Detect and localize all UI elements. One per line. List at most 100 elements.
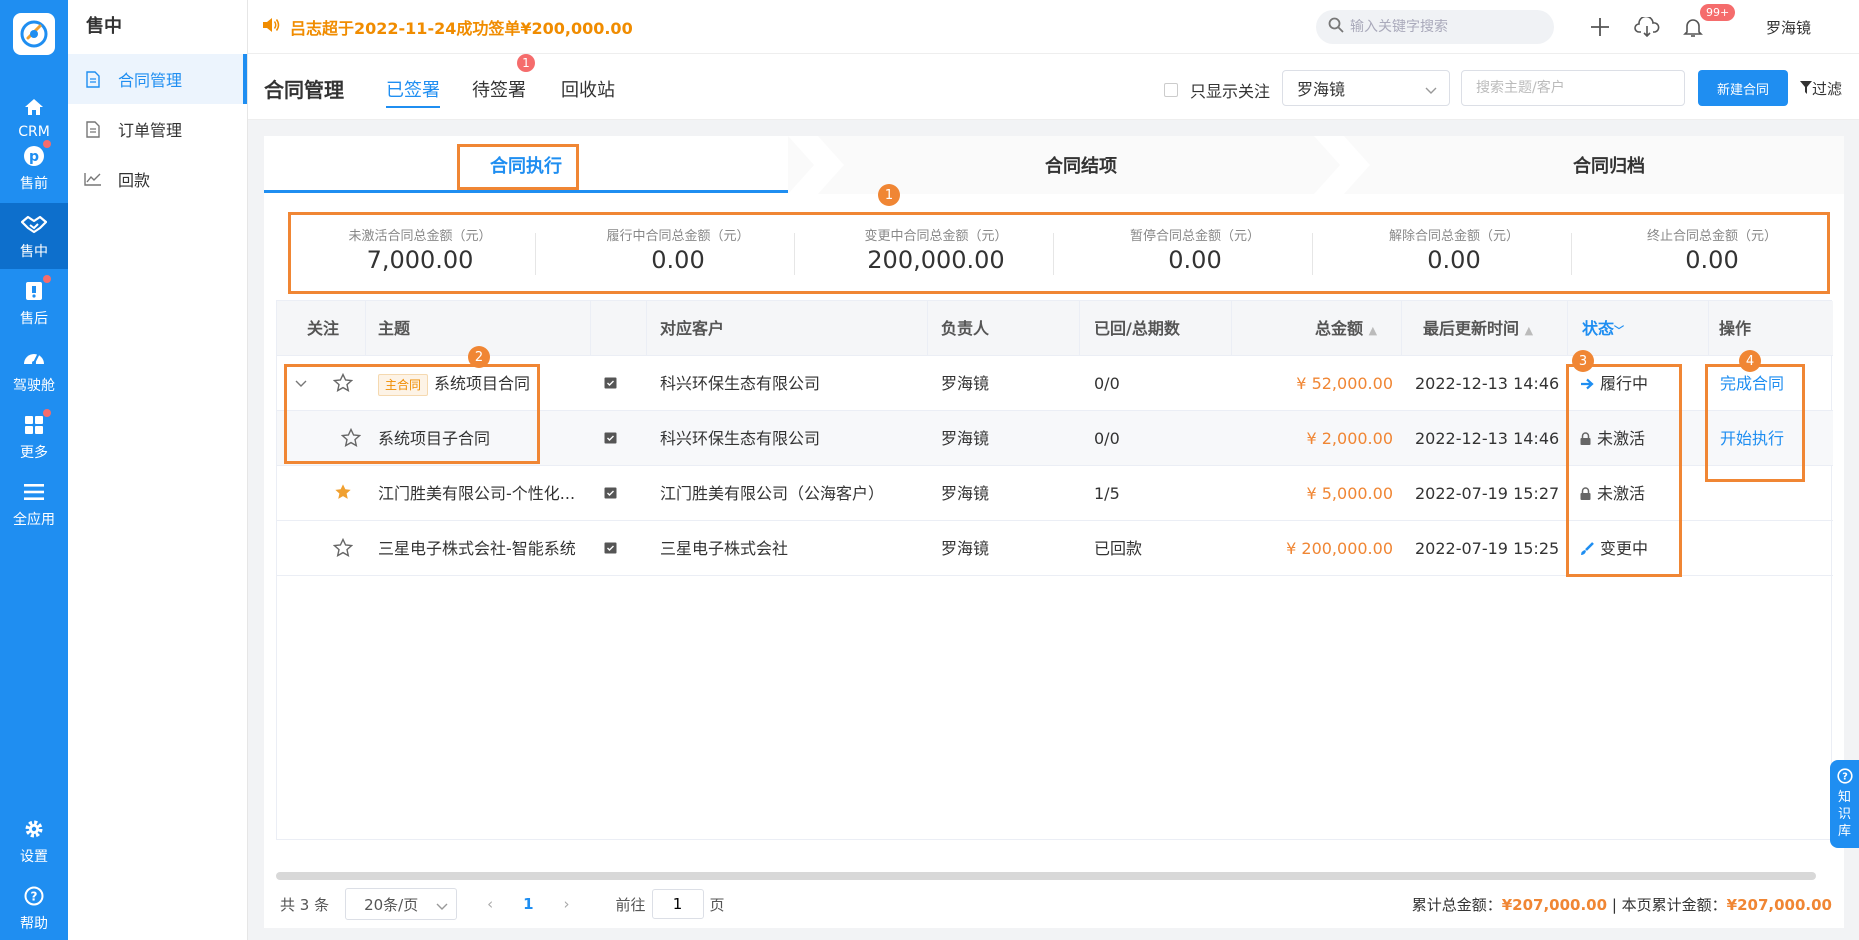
rail-item-settings[interactable]: 设置 <box>0 808 68 874</box>
rail-item-all-apps[interactable]: 全应用 <box>0 471 68 537</box>
row-subject[interactable]: 江门胜美有限公司-个性化... <box>378 466 578 521</box>
stat-value: 0.00 <box>1427 246 1481 274</box>
only-follow-checkbox[interactable] <box>1164 83 1178 97</box>
next-page-icon[interactable]: › <box>564 895 570 913</box>
stat-divider <box>535 233 536 275</box>
menu-item-orders[interactable]: 订单管理 <box>68 104 247 154</box>
rail-item-presale[interactable]: p 售前 <box>0 135 68 201</box>
calendar-check-icon[interactable] <box>604 376 617 390</box>
owner-select[interactable]: 罗海镜 <box>1282 70 1450 106</box>
svg-text:p: p <box>29 149 39 165</box>
list-icon <box>21 479 47 505</box>
goto-page-input[interactable] <box>651 889 704 919</box>
tab-recycle-bin[interactable]: 回收站 <box>561 76 615 102</box>
notification-dot <box>43 409 51 417</box>
row-owner: 罗海镜 <box>941 484 990 503</box>
row-customer[interactable]: 江门胜美有限公司（公海客户） <box>660 466 884 521</box>
tab-signed[interactable]: 已签署 <box>386 76 440 108</box>
step-archive[interactable]: 合同归档 <box>1374 136 1844 194</box>
table-header: 关注 主题 对应客户 负责人 已回/总期数 总金额 ▲ 最后更新时间 ▲ 状态﹀… <box>277 301 1833 356</box>
star-outline-icon[interactable] <box>333 538 353 558</box>
cloud-download-icon[interactable] <box>1632 12 1662 42</box>
menu-item-contracts[interactable]: 合同管理 <box>68 54 247 104</box>
goto-suffix: 页 <box>709 895 725 914</box>
annotation-marker: 3 <box>1572 350 1594 372</box>
highlight-box <box>1566 364 1682 577</box>
pinterest-icon: p <box>21 140 51 169</box>
svg-text:?: ? <box>1842 772 1848 783</box>
row-customer[interactable]: 科兴环保生态有限公司 <box>660 411 820 466</box>
row-subject[interactable]: 三星电子株式会社-智能系统 <box>378 521 576 576</box>
col-subject: 主题 <box>378 319 411 338</box>
step-closing[interactable]: 合同结项 <box>848 136 1314 194</box>
stat-label: 暂停合同总金额（元） <box>1129 229 1260 244</box>
new-contract-button[interactable]: 新建合同 <box>1698 70 1788 106</box>
sort-icon: ▲ <box>1368 324 1378 337</box>
only-follow-toggle[interactable]: 只显示关注 <box>1164 78 1270 102</box>
page-total-value: ¥207,000.00 <box>1726 896 1832 914</box>
page-header: 合同管理 已签署 待签署 1 回收站 只显示关注 罗海镜 新建合同 过滤 <box>248 54 1859 120</box>
gear-icon <box>21 816 47 842</box>
row-amount: ¥ 2,000.00 <box>1306 429 1393 448</box>
page-size-select[interactable]: 20条/页 <box>345 888 458 920</box>
calendar-check-icon[interactable] <box>604 541 617 555</box>
star-filled-icon[interactable] <box>334 483 352 503</box>
rail-item-help[interactable]: ? 帮助 <box>0 875 68 940</box>
menu-item-label: 回款 <box>118 171 151 190</box>
rail-item-cockpit[interactable]: 驾驶舱 <box>0 337 68 403</box>
row-owner: 罗海镜 <box>941 429 990 448</box>
notification-dot <box>43 275 51 283</box>
row-updated: 2022-12-13 14:46 <box>1415 429 1560 448</box>
filter-button[interactable]: 过滤 <box>1800 78 1842 99</box>
highlight-box <box>284 364 540 464</box>
home-icon <box>21 94 47 120</box>
step-chevron-icon <box>1314 136 1370 194</box>
dashboard-icon <box>21 345 47 371</box>
row-customer[interactable]: 三星电子株式会社 <box>660 521 788 576</box>
highlight-box <box>1705 364 1805 482</box>
rail-item-insale[interactable]: 售中 <box>0 203 68 269</box>
subject-search-input[interactable] <box>1461 70 1685 106</box>
page-number[interactable]: 1 <box>523 895 533 913</box>
tab-pending[interactable]: 待签署 <box>472 76 526 102</box>
filter-icon <box>1800 80 1812 98</box>
global-search-input[interactable] <box>1350 19 1540 35</box>
notice-bar[interactable]: 吕志超于2022-11-24成功签单¥200,000.00 <box>262 15 633 39</box>
calendar-check-icon[interactable] <box>604 486 617 500</box>
prev-page-icon[interactable]: ‹ <box>487 895 493 913</box>
col-updated[interactable]: 最后更新时间 ▲ <box>1423 301 1533 356</box>
stat-label: 履行中合同总金额（元） <box>606 229 750 244</box>
step-chevron-icon <box>788 136 844 194</box>
horizontal-scrollbar[interactable] <box>276 872 1816 880</box>
rail-item-aftersale[interactable]: 售后 <box>0 270 68 336</box>
handshake-icon <box>21 211 47 237</box>
calendar-check-icon[interactable] <box>604 431 617 445</box>
app-rail: CRM p 售前 售中 售后 驾驶舱 更多 全应用 设置 ? 帮助 <box>0 0 68 940</box>
user-name[interactable]: 罗海镜 <box>1766 17 1811 38</box>
goto-label: 前往 <box>615 895 646 914</box>
knowledge-base-button[interactable]: ? 知 识 库 <box>1830 760 1859 848</box>
only-follow-label: 只显示关注 <box>1190 82 1271 101</box>
col-amount[interactable]: 总金额 ▲ <box>1315 301 1377 356</box>
row-customer[interactable]: 科兴环保生态有限公司 <box>660 356 820 411</box>
stat-value: 7,000.00 <box>366 246 474 274</box>
owner-select-value: 罗海镜 <box>1297 80 1346 99</box>
top-bar: 吕志超于2022-11-24成功签单¥200,000.00 99+ 罗海镜 <box>248 0 1859 54</box>
grid-icon <box>21 409 51 438</box>
plus-icon[interactable] <box>1585 12 1615 42</box>
sort-icon: ▲ <box>1524 324 1534 337</box>
stat-label: 终止合同总金额（元） <box>1646 229 1777 244</box>
stat-value: 0.00 <box>1685 246 1739 274</box>
bell-icon[interactable]: 99+ <box>1678 4 1736 42</box>
stat-divider <box>1571 233 1572 275</box>
secondary-menu: 售中 合同管理 订单管理 回款 <box>68 0 248 940</box>
col-status[interactable]: 状态﹀ <box>1582 301 1624 356</box>
notification-badge: 99+ <box>1700 4 1736 21</box>
chevron-down-icon: ﹀ <box>1614 326 1625 337</box>
global-search[interactable] <box>1316 10 1554 44</box>
rail-item-more[interactable]: 更多 <box>0 404 68 470</box>
stat-label: 变更中合同总金额（元） <box>864 229 1008 244</box>
row-periods: 已回款 <box>1094 539 1143 558</box>
menu-item-payments[interactable]: 回款 <box>68 154 247 204</box>
app-logo[interactable] <box>13 13 55 55</box>
